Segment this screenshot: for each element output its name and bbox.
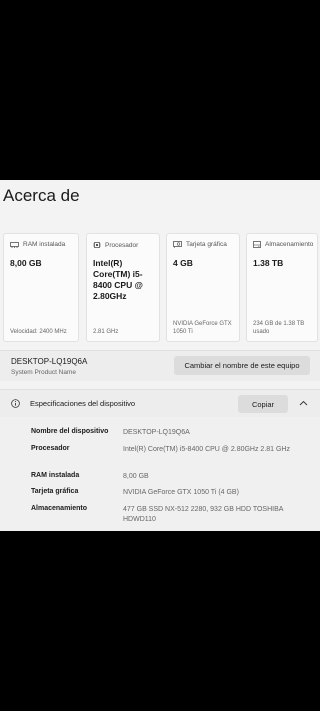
storage-card-header: Almacenamiento	[265, 241, 314, 248]
spec-key: Nombre del dispositivo	[31, 428, 109, 435]
device-name: DESKTOP-LQ19Q6A	[11, 357, 88, 366]
device-specs-title: Especificaciones del dispositivo	[30, 399, 136, 408]
storage-card-value: 1.38 TB	[253, 258, 284, 268]
gpu-card-sub: NVIDIA GeForce GTX 1050 Ti	[173, 321, 232, 335]
cpu-icon	[93, 242, 101, 248]
device-name-row: DESKTOP-LQ19Q6A System Product Name Camb…	[0, 350, 320, 381]
ram-card-value: 8,00 GB	[10, 258, 42, 268]
storage-card: Almacenamiento 1.38 TB 234 GB de 1.38 TB…	[246, 233, 318, 342]
device-specs-body: Nombre del dispositivo DESKTOP-LQ19Q6A P…	[0, 417, 320, 531]
rename-pc-button[interactable]: Cambiar el nombre de este equipo	[174, 356, 310, 375]
ram-card: RAM instalada 8,00 GB Velocidad: 2400 MH…	[3, 233, 79, 342]
gpu-card-header: Tarjeta gráfica	[186, 241, 227, 248]
spec-value: 8,00 GB	[123, 473, 149, 480]
spec-value: DESKTOP-LQ19Q6A	[123, 429, 190, 436]
gpu-card: Tarjeta gráfica 4 GB NVIDIA GeForce GTX …	[166, 233, 240, 342]
about-panel: Acerca de RAM instalada 8,00 GB Velocida…	[0, 180, 320, 531]
cpu-card: Procesador Intel(R) Core(TM) i5-8400 CPU…	[86, 233, 160, 342]
ram-card-sub: Velocidad: 2400 MHz	[10, 329, 67, 335]
storage-card-sub: 234 GB de 1.38 TB usado	[253, 321, 305, 335]
spec-value: 477 GB SSD NX-512 2280, 932 GB HDD TOSHI…	[123, 506, 284, 523]
ram-card-header: RAM instalada	[23, 241, 66, 248]
gpu-icon	[173, 241, 182, 248]
spec-key: Tarjeta gráfica	[31, 488, 79, 495]
page-title: Acerca de	[3, 186, 80, 205]
cpu-card-header: Procesador	[105, 241, 139, 249]
cpu-card-sub: 2.81 GHz	[93, 329, 119, 335]
copy-button[interactable]: Copiar	[238, 395, 288, 413]
device-specs-header[interactable]: Especificaciones del dispositivo Copiar	[0, 389, 320, 419]
spec-value: NVIDIA GeForce GTX 1050 Ti (4 GB)	[123, 489, 239, 496]
spec-key: RAM instalada	[31, 472, 80, 479]
spec-value: Intel(R) Core(TM) i5-8400 CPU @ 2.80GHz …	[123, 446, 290, 453]
cpu-card-value: Intel(R) Core(TM) i5-8400 CPU @ 2.80GHz	[93, 258, 143, 301]
storage-icon	[253, 241, 261, 248]
memory-icon	[10, 241, 19, 248]
info-icon	[11, 399, 20, 408]
spec-key: Almacenamiento	[31, 505, 88, 512]
spec-key: Procesador	[31, 445, 70, 452]
device-product: System Product Name	[11, 369, 77, 376]
gpu-card-value: 4 GB	[173, 258, 193, 268]
chevron-up-icon[interactable]	[299, 400, 308, 406]
